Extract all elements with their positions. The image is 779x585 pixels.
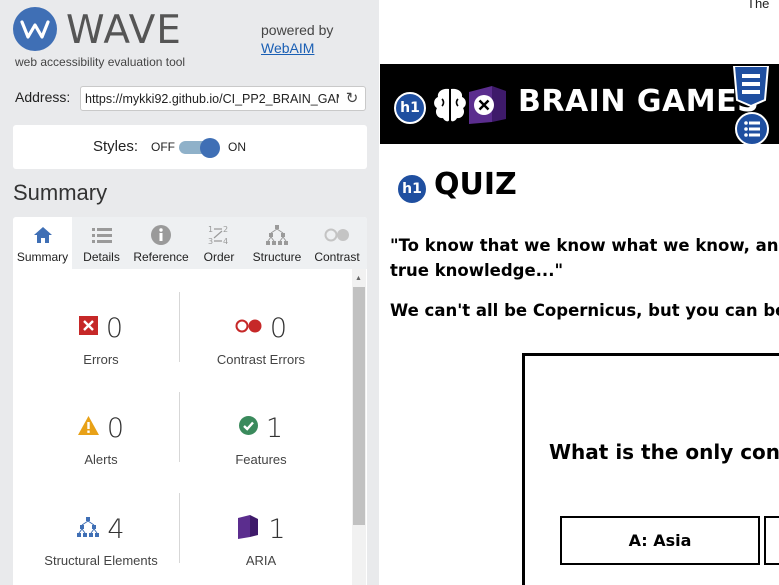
tab-summary[interactable]: Summary [13, 217, 72, 269]
svg-text:4: 4 [223, 237, 228, 246]
top-text-snippet: The [747, 0, 770, 11]
quote-text: "To know that we know what we know, and … [390, 233, 779, 283]
tab-reference[interactable]: Reference [130, 217, 192, 269]
structure-icon [77, 516, 100, 542]
panel-tabs: Summary Details Reference 1 2 3 4 Order Str… [13, 217, 367, 269]
wave-logo-text: WAVE [66, 8, 182, 53]
structure-icon [246, 224, 308, 246]
summary-heading: Summary [13, 180, 108, 205]
error-icon [78, 316, 98, 340]
page-title: QUIZ [434, 167, 517, 202]
features-count: 1 [265, 412, 284, 444]
list-icon [744, 121, 760, 137]
quote-line: true knowledge..." [390, 261, 564, 280]
stat-errors[interactable]: 0 Errors [23, 312, 179, 382]
scroll-up-arrow-icon[interactable]: ▲ [355, 275, 362, 282]
alerts-label: Alerts [84, 452, 118, 467]
styles-on-label: ON [228, 140, 246, 154]
alert-icon [77, 416, 99, 440]
address-label: Address: [15, 89, 71, 105]
stat-aria[interactable]: 1 ARIA [185, 513, 337, 583]
tab-label: Contrast [314, 250, 360, 264]
screen: WAVE web accessibility evaluation tool p… [0, 0, 779, 585]
styles-toggle-knob [200, 138, 220, 158]
subtitle-text: We can't all be Copernicus, but you can … [390, 301, 779, 320]
order-icon: 1 2 3 4 [195, 224, 243, 246]
stat-structural-elements[interactable]: 4 Structural Elements [23, 513, 179, 583]
stat-features[interactable]: 1 Features [185, 412, 337, 482]
styles-toggle[interactable] [179, 138, 221, 158]
wave-sidebar: WAVE web accessibility evaluation tool p… [0, 0, 379, 585]
webaim-link[interactable]: WebAIM [261, 40, 314, 56]
stat-top: 0 [23, 312, 179, 344]
quote-line: "To know that we know what we know, and [390, 236, 779, 255]
structural-elements-label: Structural Elements [44, 553, 158, 568]
question-text: What is the only cont [549, 440, 779, 464]
panel-scroll-thumb[interactable] [353, 287, 365, 525]
feature-icon [238, 416, 258, 440]
wave-aria-marker-icon[interactable] [466, 86, 508, 129]
aria-count: 1 [268, 513, 286, 545]
tab-label: Reference [133, 250, 189, 264]
wave-tagline: web accessibility evaluation tool [15, 55, 186, 69]
wave-logo-icon [13, 7, 57, 51]
contrast-errors-count: 0 [269, 312, 288, 344]
tab-details[interactable]: Details [75, 217, 128, 269]
tab-order[interactable]: 1 2 3 4 Order [195, 217, 243, 269]
contrast-errors-label: Contrast Errors [216, 352, 306, 367]
tab-label: Order [203, 250, 235, 264]
svg-text:3: 3 [208, 237, 213, 246]
stat-contrast-errors[interactable]: 0 Contrast Errors [185, 312, 337, 382]
styles-off-label: OFF [151, 140, 175, 154]
page-preview: The h1 BRAIN GAMES h1 QUIZ "To know that… [380, 0, 779, 585]
structural-elements-count: 4 [107, 513, 125, 545]
tab-label: Summary [16, 250, 69, 264]
address-input[interactable] [85, 90, 339, 108]
stat-top: 1 [185, 412, 337, 444]
address-bar: ↻ [80, 86, 366, 111]
stat-alerts[interactable]: 0 Alerts [23, 412, 179, 482]
errors-label: Errors [83, 352, 119, 367]
stat-top: 4 [23, 513, 179, 545]
tab-label: Details [83, 250, 120, 264]
styles-label: Styles: [93, 138, 139, 155]
stat-top: 1 [185, 513, 337, 545]
contrast-icon [310, 224, 364, 246]
contrast-error-icon [235, 319, 262, 338]
stat-divider [179, 493, 180, 563]
wave-h1-marker-icon[interactable]: h1 [396, 173, 428, 205]
reload-icon[interactable]: ↻ [344, 90, 360, 108]
quiz-container: What is the only cont A: Asia [522, 353, 779, 585]
tab-structure[interactable]: Structure [246, 217, 308, 269]
list-icon [75, 224, 128, 246]
features-label: Features [235, 452, 287, 467]
stat-divider [179, 292, 180, 362]
home-icon [13, 224, 72, 246]
stat-top: 0 [23, 412, 179, 444]
alerts-count: 0 [106, 412, 125, 444]
info-icon [130, 224, 192, 246]
answer-button-a[interactable]: A: Asia [560, 516, 760, 565]
site-header: h1 BRAIN GAMES [380, 64, 779, 144]
menu-toggle-button[interactable] [735, 112, 769, 146]
brain-logo-icon [432, 86, 468, 129]
stat-divider [179, 392, 180, 462]
stat-top: 0 [185, 312, 337, 344]
wave-h1-marker-icon[interactable]: h1 [394, 92, 426, 124]
brand-title[interactable]: BRAIN GAMES [518, 84, 759, 119]
svg-text:1: 1 [208, 225, 213, 234]
aria-label: ARIA [245, 553, 277, 568]
tab-contrast[interactable]: Contrast [310, 217, 364, 269]
svg-text:2: 2 [223, 225, 228, 234]
styles-card: Styles: OFF ON [13, 125, 367, 169]
powered-by-text: powered by [261, 22, 334, 38]
tab-label: Structure [252, 250, 302, 264]
wave-html5-marker-icon[interactable] [732, 65, 770, 113]
summary-panel: Summary Details Reference 1 2 3 4 Order Str… [13, 217, 367, 585]
errors-count: 0 [105, 312, 124, 344]
aria-icon [236, 514, 260, 544]
answer-button-b[interactable] [764, 516, 779, 565]
